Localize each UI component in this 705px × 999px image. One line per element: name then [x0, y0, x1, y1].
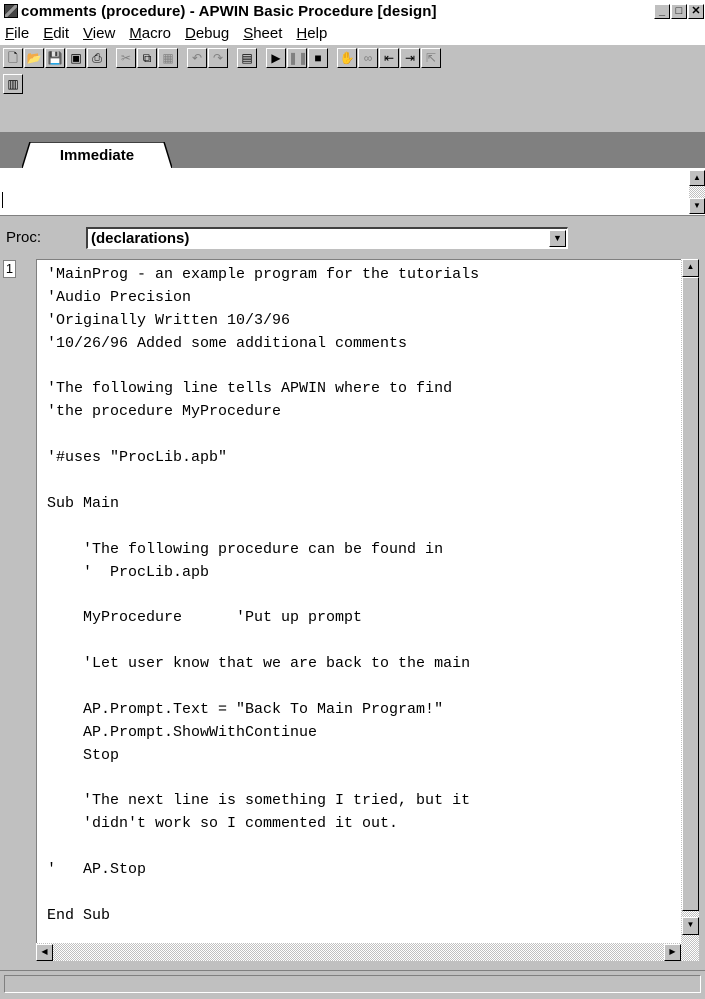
- step-over-icon[interactable]: ⇥: [400, 48, 420, 68]
- status-field: [4, 975, 701, 993]
- code-line: 'Let user know that we are back to the m…: [47, 655, 471, 673]
- code-line: 'the procedure MyProcedure: [47, 403, 282, 421]
- immediate-vscroll[interactable]: ▲ ▼: [689, 170, 705, 214]
- toolbar-row-secondary: ▥: [3, 74, 24, 94]
- code-line: AP.Prompt.Text = "Back To Main Program!": [47, 700, 444, 718]
- undo-icon[interactable]: ↶: [187, 48, 207, 68]
- editor-vscroll[interactable]: ▲ ▼: [681, 259, 699, 961]
- code-line: ' AP.Stop: [47, 861, 147, 879]
- tab-strip: Immediate: [0, 132, 705, 168]
- code-line: 'The following line tells APWIN where to…: [47, 380, 453, 398]
- app-icon[interactable]: [4, 4, 18, 18]
- toolbar-row-main: 🗋 📂 💾 ▣ ⎙ ✂ ⧉ ▦ ↶ ↷ ▤ ▶ ❚❚ ■ ✋ ∞ ⇤ ⇥ ⇱: [3, 48, 442, 68]
- code-line: 'Audio Precision: [47, 288, 192, 306]
- redo-icon[interactable]: ↷: [208, 48, 228, 68]
- run-icon[interactable]: ▶: [266, 48, 286, 68]
- procedure-list-icon[interactable]: ▥: [3, 74, 23, 94]
- scroll-left-arrow-icon[interactable]: ◀: [36, 944, 53, 961]
- save-all-icon[interactable]: ▣: [66, 48, 86, 68]
- paste-icon[interactable]: ▦: [158, 48, 178, 68]
- code-editor-area: 1 'MainProg - an example program for the…: [0, 257, 705, 968]
- save-icon[interactable]: 💾: [45, 48, 65, 68]
- proc-label: Proc:: [6, 229, 42, 246]
- tab-immediate[interactable]: Immediate: [22, 142, 172, 168]
- maximize-button[interactable]: □: [671, 3, 687, 19]
- code-line: 'The next line is something I tried, but…: [47, 792, 471, 810]
- code-editor[interactable]: 'MainProg - an example program for the t…: [36, 259, 682, 944]
- close-button[interactable]: ✕: [688, 3, 704, 19]
- scroll-right-arrow-icon[interactable]: ▶: [664, 944, 681, 961]
- print-icon[interactable]: ⎙: [87, 48, 107, 68]
- scroll-up-arrow-icon[interactable]: ▲: [682, 259, 699, 277]
- text-caret: [2, 192, 3, 208]
- dialog-editor-icon[interactable]: ▤: [237, 48, 257, 68]
- code-line: End Sub: [47, 906, 111, 924]
- code-line: Stop: [47, 746, 120, 764]
- menu-sheet[interactable]: Sheet: [238, 25, 291, 42]
- menu-view[interactable]: View: [78, 25, 124, 42]
- menu-edit[interactable]: Edit: [38, 25, 78, 42]
- scroll-up-arrow-icon[interactable]: ▲: [689, 170, 705, 186]
- code-line: '10/26/96 Added some additional comments: [47, 334, 408, 352]
- toolbar: 🗋 📂 💾 ▣ ⎙ ✂ ⧉ ▦ ↶ ↷ ▤ ▶ ❚❚ ■ ✋ ∞ ⇤ ⇥ ⇱ ▥: [0, 44, 705, 132]
- step-out-icon[interactable]: ⇱: [421, 48, 441, 68]
- minimize-button[interactable]: _: [654, 3, 670, 19]
- scroll-thumb[interactable]: [682, 277, 699, 911]
- dropdown-arrow-icon[interactable]: ▼: [549, 230, 566, 247]
- menu-bar: File Edit View Macro Debug Sheet Help: [0, 22, 705, 44]
- code-line: ' ProcLib.apb: [47, 563, 210, 581]
- menu-file[interactable]: File: [0, 25, 38, 42]
- scroll-down-arrow-icon[interactable]: ▼: [682, 917, 699, 935]
- new-icon[interactable]: 🗋: [3, 48, 23, 68]
- stop-icon[interactable]: ■: [308, 48, 328, 68]
- code-line: Sub Main: [47, 494, 120, 512]
- line-number-indicator: 1: [3, 260, 16, 278]
- open-icon[interactable]: 📂: [24, 48, 44, 68]
- code-text: 'MainProg - an example program for the t…: [47, 264, 479, 928]
- scroll-down-arrow-icon[interactable]: ▼: [689, 198, 705, 214]
- code-line: MyProcedure 'Put up prompt: [47, 609, 363, 627]
- title-bar[interactable]: comments (procedure) - APWIN Basic Proce…: [0, 0, 705, 22]
- proc-selected-value: (declarations): [91, 230, 190, 247]
- copy-icon[interactable]: ⧉: [137, 48, 157, 68]
- code-line: 'Originally Written 10/3/96: [47, 311, 291, 329]
- menu-help[interactable]: Help: [291, 25, 336, 42]
- watch-icon[interactable]: ∞: [358, 48, 378, 68]
- code-line: 'MainProg - an example program for the t…: [47, 266, 480, 283]
- step-into-icon[interactable]: ⇤: [379, 48, 399, 68]
- immediate-pane[interactable]: ▲ ▼: [0, 168, 705, 216]
- pause-icon[interactable]: ❚❚: [287, 48, 308, 68]
- breakpoint-hand-icon[interactable]: ✋: [337, 48, 357, 68]
- code-line: 'The following procedure can be found in: [47, 540, 444, 558]
- menu-macro[interactable]: Macro: [124, 25, 180, 42]
- code-line: AP.Prompt.ShowWithContinue: [47, 723, 318, 741]
- menu-debug[interactable]: Debug: [180, 25, 238, 42]
- window-title: comments (procedure) - APWIN Basic Proce…: [21, 2, 437, 20]
- code-line: 'didn't work so I commented it out.: [47, 815, 399, 833]
- code-line: '#uses "ProcLib.apb": [47, 449, 228, 467]
- proc-dropdown[interactable]: (declarations) ▼: [86, 227, 568, 249]
- editor-hscroll[interactable]: ◀ ▶: [36, 943, 681, 961]
- cut-icon[interactable]: ✂: [116, 48, 136, 68]
- proc-row: Proc: (declarations) ▼: [0, 217, 705, 257]
- status-bar: [0, 970, 705, 999]
